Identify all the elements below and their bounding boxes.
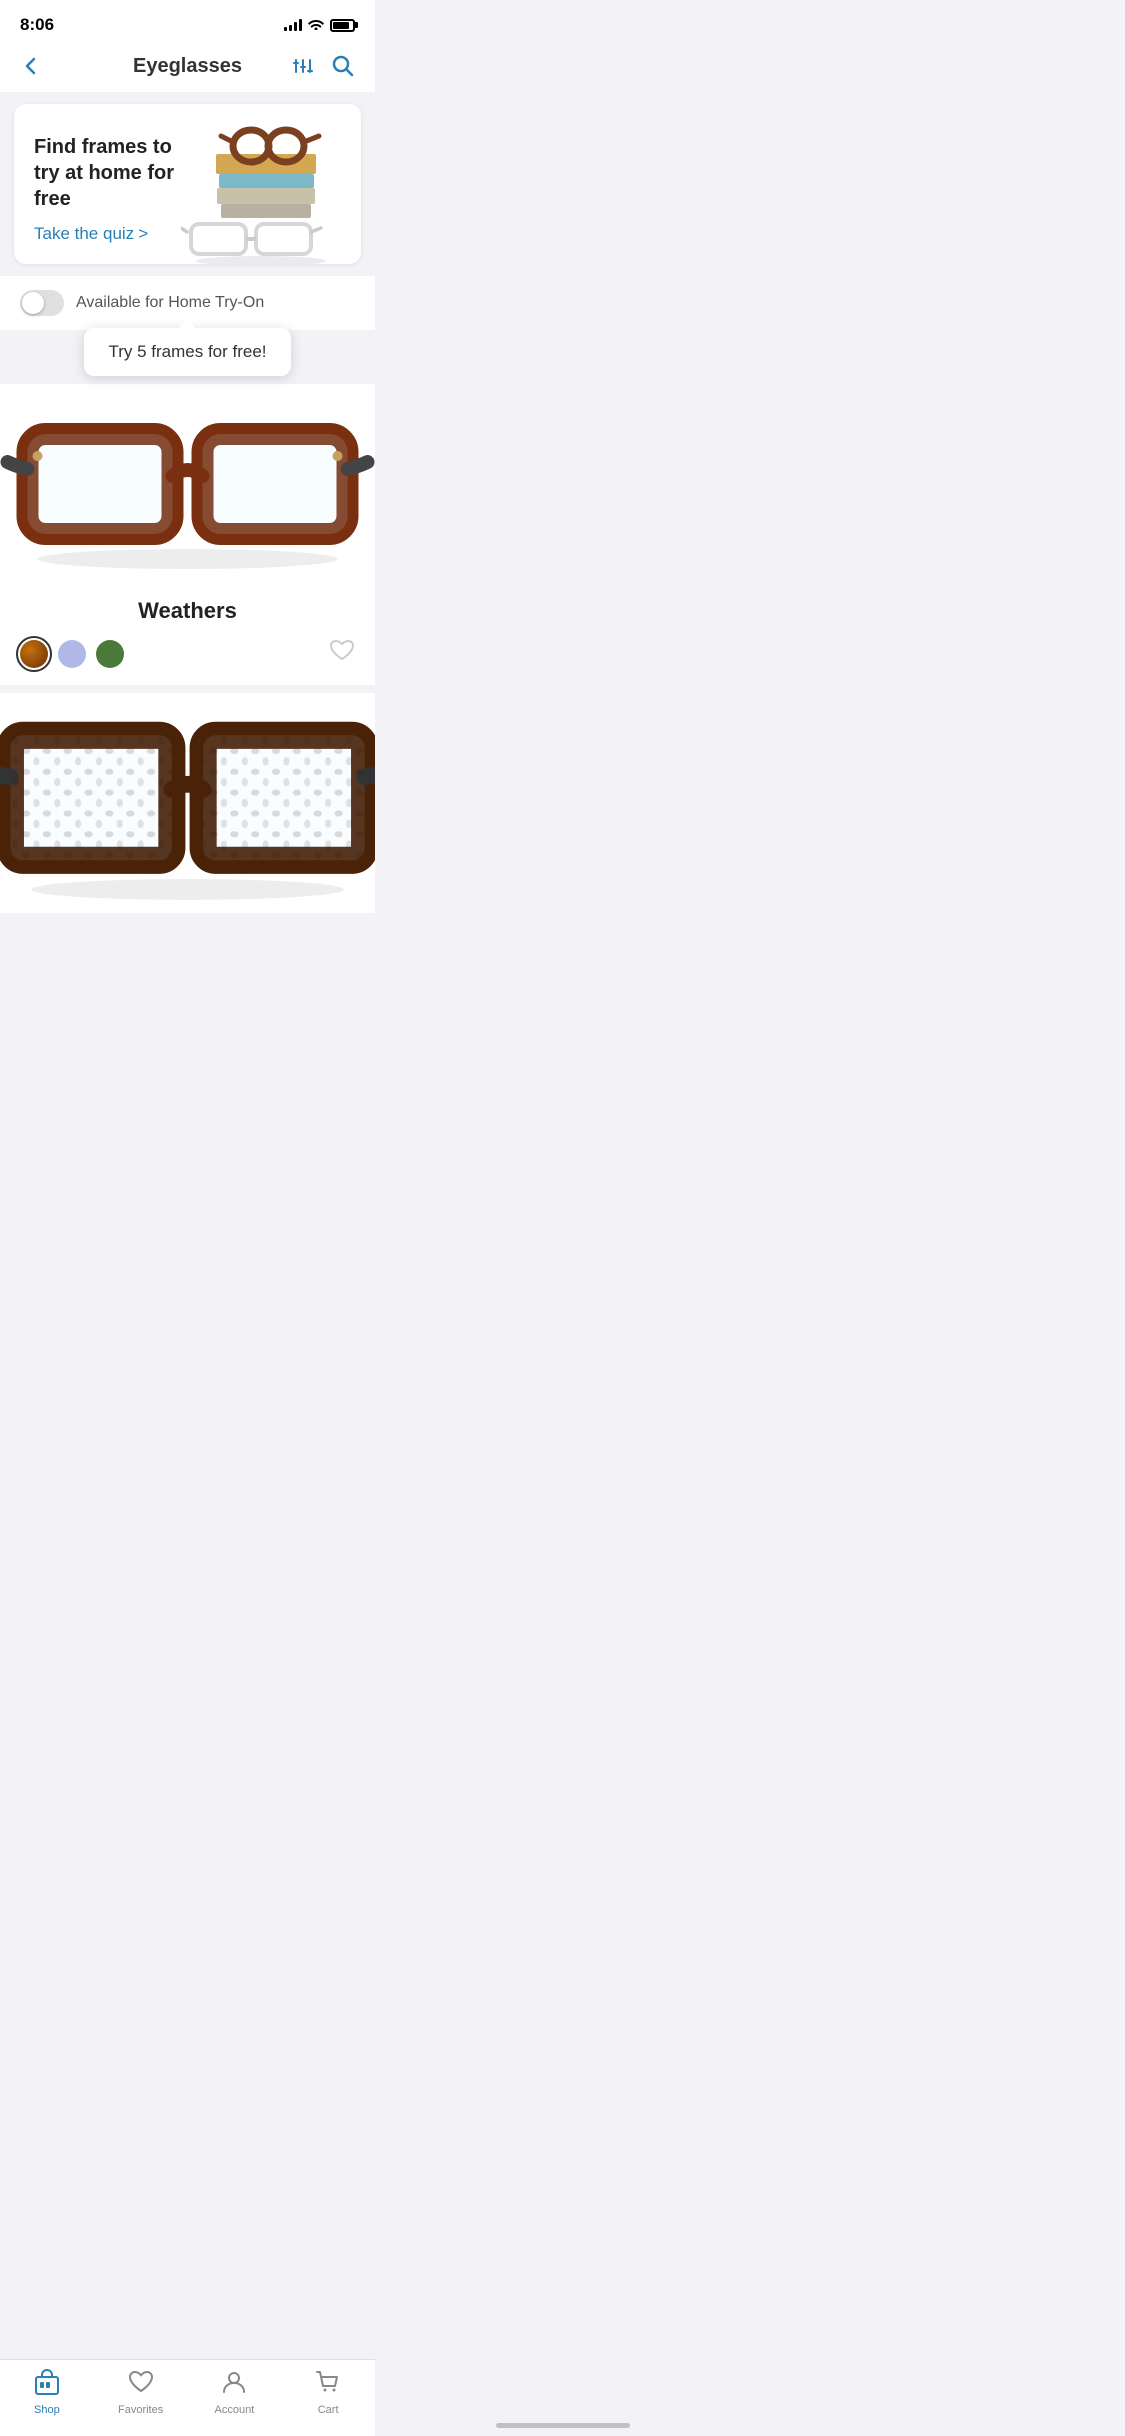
promo-text: Find frames to try at home for free Take…	[34, 134, 181, 264]
cart-icon	[314, 2368, 342, 2400]
scroll-content: Find frames to try at home for free Take…	[0, 104, 375, 1003]
status-icons	[284, 17, 355, 33]
status-time: 8:06	[20, 15, 54, 35]
product-2-section	[0, 693, 375, 913]
toggle-knob	[22, 292, 44, 314]
product-1-image[interactable]	[0, 384, 375, 584]
promo-title: Find frames to try at home for free	[34, 134, 181, 212]
product-1-info: Weathers	[0, 584, 375, 685]
toggle-label: Available for Home Try-On	[76, 294, 264, 312]
tab-favorites[interactable]: Favorites	[111, 2368, 171, 2416]
product-1-name: Weathers	[20, 598, 355, 624]
color-row	[20, 638, 355, 669]
header: Eyeglasses	[0, 44, 375, 92]
search-button[interactable]	[331, 54, 355, 78]
tab-shop[interactable]: Shop	[17, 2368, 77, 2416]
page-title: Eyeglasses	[133, 55, 242, 78]
account-icon	[220, 2368, 248, 2400]
filter-button[interactable]	[291, 54, 315, 78]
tab-bar: Shop Favorites Account Cart	[0, 2359, 375, 2436]
back-button[interactable]	[20, 55, 42, 77]
tooltip-text: Try 5 frames for free!	[108, 342, 266, 361]
color-dot-lavender[interactable]	[58, 640, 86, 668]
header-actions	[291, 54, 355, 78]
product-1-section: Weathers	[0, 384, 375, 685]
home-indicator	[496, 2423, 630, 2428]
shop-icon	[33, 2368, 61, 2400]
status-bar: 8:06	[0, 0, 375, 44]
tab-favorites-label: Favorites	[118, 2404, 163, 2416]
quiz-link[interactable]: Take the quiz >	[34, 224, 148, 244]
color-dot-tortoise[interactable]	[20, 640, 48, 668]
promo-image	[181, 124, 341, 264]
tab-account[interactable]: Account	[204, 2368, 264, 2416]
favorites-icon	[127, 2368, 155, 2400]
color-dot-green[interactable]	[96, 640, 124, 668]
tooltip: Try 5 frames for free!	[84, 328, 290, 376]
favorite-button-1[interactable]	[329, 638, 355, 669]
home-tryon-toggle[interactable]	[20, 290, 64, 316]
tab-shop-label: Shop	[34, 2404, 60, 2416]
tab-cart-label: Cart	[318, 2404, 339, 2416]
signal-icon	[284, 19, 302, 31]
tooltip-wrap: Try 5 frames for free!	[0, 328, 375, 376]
battery-icon	[330, 19, 355, 32]
promo-card: Find frames to try at home for free Take…	[14, 104, 361, 264]
tab-account-label: Account	[215, 2404, 255, 2416]
wifi-icon	[308, 17, 324, 33]
product-2-image[interactable]	[0, 693, 375, 913]
tab-cart[interactable]: Cart	[298, 2368, 358, 2416]
color-dots	[20, 640, 124, 668]
